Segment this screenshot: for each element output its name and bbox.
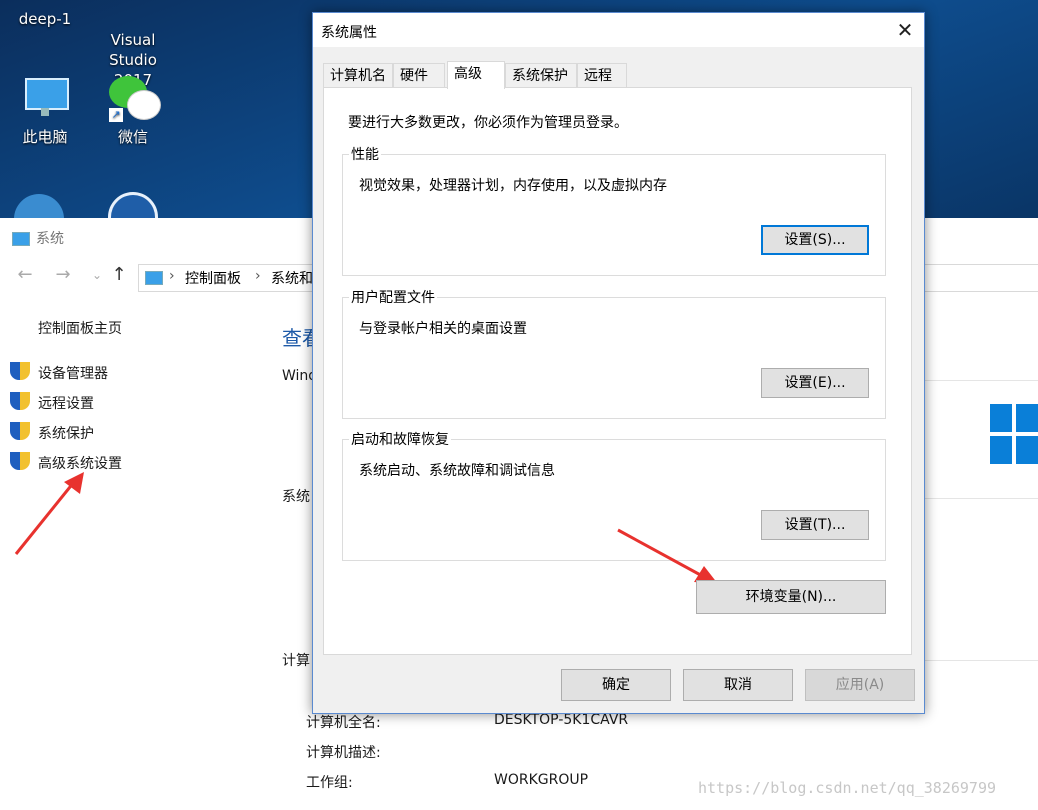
forward-arrow-icon[interactable]: → [52,264,74,286]
window-title: 系统 [12,228,64,248]
shield-icon [10,362,30,382]
chevron-down-icon[interactable]: ⌄ [86,264,108,286]
environment-variables-button[interactable]: 环境变量(N)... [696,580,886,614]
up-arrow-icon[interactable]: ↑ [108,264,130,286]
group-description: 与登录帐户相关的桌面设置 [359,321,527,337]
group-description: 视觉效果，处理器计划，内存使用，以及虚拟内存 [359,178,667,194]
group-title: 性能 [349,144,381,164]
computer-full-name-value: DESKTOP-5K1CAVR [494,712,629,728]
shield-icon [10,392,30,412]
shield-icon [10,422,30,442]
remote-settings-link[interactable]: 远程设置 [38,393,94,413]
tab-hardware[interactable]: 硬件 [393,63,445,87]
back-arrow-icon[interactable]: ← [14,264,36,286]
computer-icon [21,74,69,122]
system-properties-dialog: 系统属性 ✕ 计算机名 硬件 高级 系统保护 远程 要进行大多数更改，你必须作为… [312,12,925,714]
advanced-tab-panel: 要进行大多数更改，你必须作为管理员登录。 性能 视觉效果，处理器计划，内存使用，… [323,87,912,655]
desktop-icon-label: 此电脑 [22,128,68,146]
group-title: 启动和故障恢复 [349,429,451,449]
desktop-icon-label: 微信 [117,128,148,146]
performance-settings-button[interactable]: 设置(S)... [761,225,869,255]
apply-button[interactable]: 应用(A) [805,669,915,701]
computer-full-name-label: 计算机全名: [306,715,381,731]
dialog-title: 系统属性 [321,25,377,41]
workgroup-label: 工作组: [306,775,353,791]
red-arrow-annotation [14,472,84,555]
red-arrow-annotation [617,528,718,584]
computer-description-label: 计算机描述: [306,745,381,761]
dialog-titlebar[interactable]: 系统属性 ✕ [313,13,924,47]
globe-icon[interactable] [14,194,64,220]
system-icon [145,271,163,285]
control-panel-home-link[interactable]: 控制面板主页 [38,318,122,338]
breadcrumb-control-panel[interactable]: 控制面板 [185,268,241,288]
system-heading: 系统 [282,489,310,505]
admin-note: 要进行大多数更改，你必须作为管理员登录。 [348,115,628,131]
windows-logo [990,404,1038,466]
system-icon [12,232,30,246]
group-description: 系统启动、系统故障和调试信息 [359,463,555,479]
wechat-icon: ↗ [109,74,161,122]
breadcrumb-system[interactable]: 系统和 [271,268,313,288]
tab-computer-name[interactable]: 计算机名 [323,63,393,87]
device-manager-link[interactable]: 设备管理器 [38,363,108,383]
tab-system-protection[interactable]: 系统保护 [505,63,577,87]
group-title: 用户配置文件 [349,287,437,307]
tab-remote[interactable]: 远程 [577,63,627,87]
user-profiles-settings-button[interactable]: 设置(E)... [761,368,869,398]
cancel-button[interactable]: 取消 [683,669,793,701]
shield-icon [10,452,30,472]
watermark: https://blog.csdn.net/qq_38269799 [698,779,997,797]
system-protection-link[interactable]: 系统保护 [38,423,94,443]
desktop-icon-label: deep-1 [18,10,72,28]
computer-heading: 计算 [282,653,310,669]
tab-advanced[interactable]: 高级 [447,61,505,89]
desktop-icon-this-pc[interactable]: 此电脑 [0,74,90,147]
power-icon[interactable] [108,192,158,220]
desktop-icon-deep1[interactable]: deep-1 [0,10,90,28]
startup-recovery-settings-button[interactable]: 设置(T)... [761,510,869,540]
user-profiles-group: 用户配置文件 与登录帐户相关的桌面设置 设置(E)... [342,287,886,419]
ok-button[interactable]: 确定 [561,669,671,701]
performance-group: 性能 视觉效果，处理器计划，内存使用，以及虚拟内存 设置(S)... [342,144,886,276]
workgroup-value: WORKGROUP [494,772,589,788]
desktop-icon-wechat[interactable]: ↗ 微信 [88,74,178,147]
close-icon[interactable]: ✕ [892,17,918,43]
